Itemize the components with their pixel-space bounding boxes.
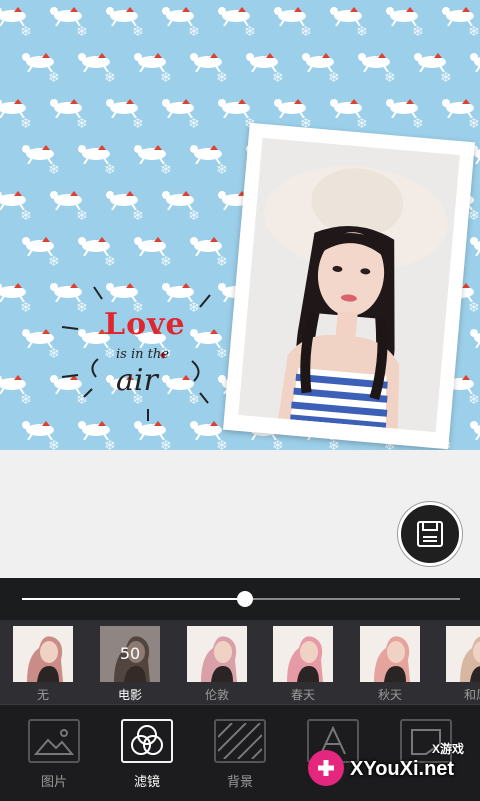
filter-thumbnail <box>187 626 247 682</box>
save-button[interactable] <box>398 502 462 566</box>
filter-intensity-value: 50 <box>119 644 141 663</box>
photo-frame[interactable] <box>223 122 475 450</box>
floppy-disk-icon <box>417 521 443 547</box>
sticker-love-text: Love <box>104 307 186 342</box>
filter-intensity-slider[interactable] <box>0 578 480 620</box>
watermark-subtitle: X游戏 <box>432 742 465 756</box>
filter-item-none[interactable]: 无 <box>13 626 73 702</box>
filter-item-london[interactable]: 伦敦 <box>187 626 247 702</box>
tool-label: 滤镜 <box>133 775 160 790</box>
filter-thumbnail <box>446 626 480 682</box>
filter-item-autumn[interactable]: 秋天 <box>360 626 420 702</box>
tool-label: 图片 <box>40 775 67 790</box>
site-watermark: X游戏 XYouXi.net <box>300 738 480 794</box>
sticker-air-text: air <box>116 363 158 398</box>
filter-thumbnail <box>360 626 420 682</box>
filter-item-movie[interactable]: 50 电影 <box>100 626 160 702</box>
filter-strip[interactable]: 无 50 电影 伦敦 春天 秋天 和风 <box>0 620 480 704</box>
editor-canvas[interactable]: ❄ ❄ ❄ ❄ ❄ ❄ ❄ ❄ ❄ ❄ ❄ ❄ ❄ ❄ ❄ ❄ ❄ ❄ ❄ ❄ ❄ ❄ ❄ ❄ ❄ ❄ ❄ ❄ ❄ ❄ ❄ ❄ ❄ ❄ ❄ ❄ ❄ ❄ ❄ ❄… <box>0 0 480 450</box>
filter-label: 春天 <box>290 688 315 702</box>
gamepad-logo-icon <box>308 750 344 786</box>
love-sticker[interactable]: Love is in the air <box>60 285 230 425</box>
filter-label: 电影 <box>117 688 142 702</box>
slider-thumb[interactable] <box>237 591 254 607</box>
image-icon <box>28 719 80 763</box>
slider-fill <box>22 598 246 600</box>
filter-item-spring[interactable]: 春天 <box>273 626 333 702</box>
tool-image[interactable]: 图片 <box>24 719 84 790</box>
filter-label: 无 <box>36 688 49 702</box>
filter-item-japanese[interactable]: 和风 <box>446 626 480 700</box>
filter-label: 秋天 <box>377 688 402 702</box>
filter-label: 和风 <box>463 688 480 700</box>
filter-thumbnail <box>273 626 333 682</box>
tool-background[interactable]: 背景 <box>210 719 270 790</box>
filter-thumbnail <box>13 626 73 682</box>
filter-label: 伦敦 <box>204 688 229 702</box>
filter-circles-icon <box>121 719 173 763</box>
background-pattern-icon <box>214 719 266 763</box>
watermark-text: XYouXi.net <box>350 758 455 780</box>
portrait-photo <box>238 137 460 433</box>
sticker-is-in-the-text: is in the <box>116 347 169 362</box>
tool-filter[interactable]: 滤镜 <box>117 719 177 790</box>
tool-label: 背景 <box>226 775 253 790</box>
